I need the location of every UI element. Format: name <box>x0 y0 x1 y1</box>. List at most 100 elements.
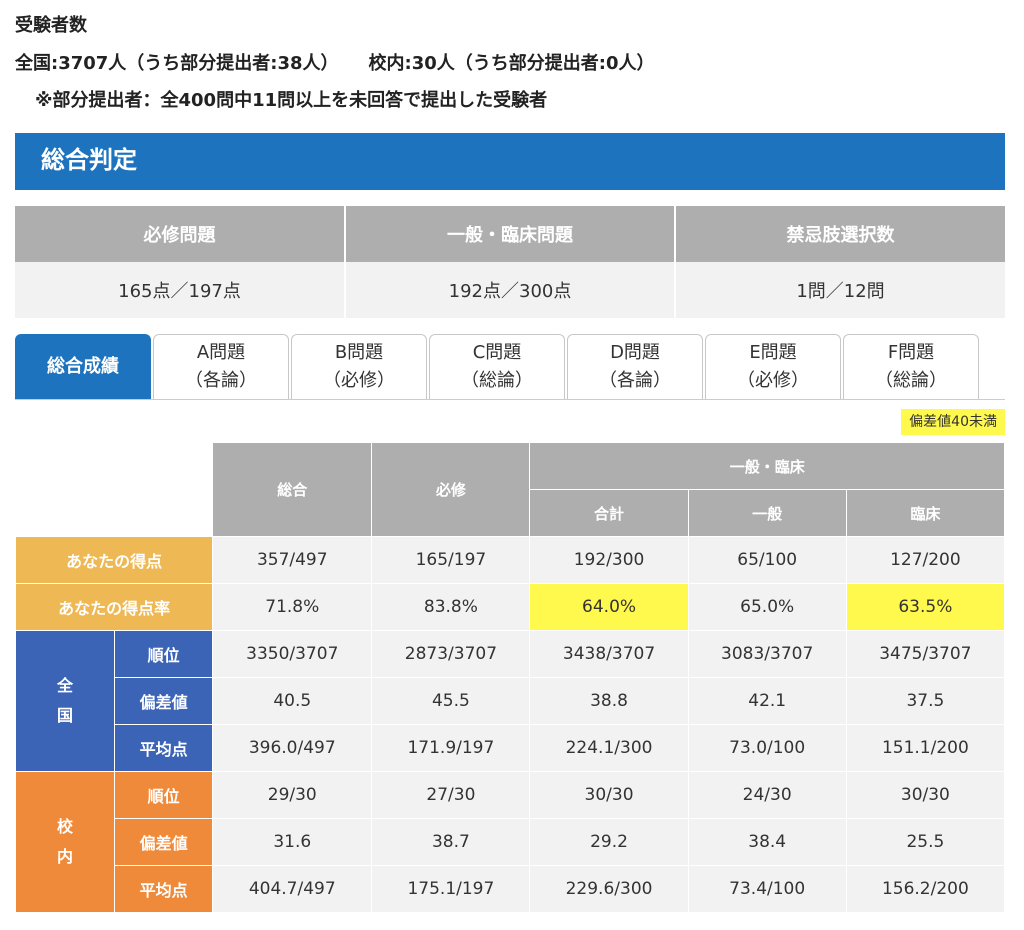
group-label-national: 全国 <box>14 630 116 772</box>
row-label-school-deviation: 偏差値 <box>114 818 214 866</box>
col-header-general-clinical: 一般・臨床 <box>529 442 1005 490</box>
score-clinical: 127/200 <box>845 536 1006 584</box>
tab-label: E問題 <box>749 342 797 363</box>
school-rank-required: 27/30 <box>371 771 531 819</box>
tab-label: C問題 <box>472 342 522 363</box>
national-rank-sum: 3438/3707 <box>529 630 689 678</box>
tab-c[interactable]: C問題 （総論） <box>429 334 565 399</box>
examinees-school: 校内:30人（うち部分提出者:0人） <box>368 53 655 74</box>
school-deviation-general: 38.4 <box>687 818 847 866</box>
school-deviation-clinical: 25.5 <box>845 818 1006 866</box>
general-clinical-value: 192点／300点 <box>345 262 676 318</box>
national-average-total: 396.0/497 <box>212 724 373 772</box>
national-average-general: 73.0/100 <box>687 724 847 772</box>
tab-label: F問題 <box>887 342 935 363</box>
group-label-school: 校内 <box>14 771 116 913</box>
col-header-sum: 合計 <box>529 489 689 537</box>
national-deviation-clinical: 37.5 <box>845 677 1006 725</box>
tab-sublabel: （各論） <box>185 370 257 391</box>
score-general: 65/100 <box>687 536 847 584</box>
row-label-rate: あなたの得点率 <box>14 583 214 631</box>
school-rank-general: 24/30 <box>687 771 847 819</box>
examinees-counts: 全国:3707人（うち部分提出者:38人） 校内:30人（うち部分提出者:0人） <box>15 49 1015 75</box>
school-deviation-required: 38.7 <box>371 818 531 866</box>
school-deviation-total: 31.6 <box>212 818 373 866</box>
row-label-national-rank: 順位 <box>114 630 214 678</box>
table-row: 平均点 404.7/497 175.1/197 229.6/300 73.4/1… <box>16 865 1006 913</box>
overall-summary-table: 必修問題 一般・臨床問題 禁忌肢選択数 165点／197点 192点／300点 … <box>15 206 1005 318</box>
score-sum: 192/300 <box>529 536 689 584</box>
section-tabs: 総合成績 A問題 （各論） B問題 （必修） C問題 （総論） D問題 （各論）… <box>15 334 1005 400</box>
tab-a[interactable]: A問題 （各論） <box>153 334 289 399</box>
tab-overall[interactable]: 総合成績 <box>15 334 151 399</box>
row-label-score: あなたの得点 <box>14 536 214 584</box>
row-label-school-average: 平均点 <box>114 865 214 913</box>
tab-label: B問題 <box>334 342 384 363</box>
national-average-clinical: 151.1/200 <box>845 724 1006 772</box>
table-row: 偏差値 31.6 38.7 29.2 38.4 25.5 <box>16 818 1006 866</box>
contraindication-value: 1問／12問 <box>675 262 1005 318</box>
tab-sublabel: （必修） <box>323 370 395 391</box>
contraindication-header: 禁忌肢選択数 <box>675 206 1005 262</box>
school-average-sum: 229.6/300 <box>529 865 689 913</box>
required-header: 必修問題 <box>15 206 346 262</box>
national-rank-clinical: 3475/3707 <box>845 630 1006 678</box>
table-row: 校内 順位 29/30 27/30 30/30 24/30 30/30 <box>14 771 1006 913</box>
rate-required: 83.8% <box>371 583 531 631</box>
tab-sublabel: （必修） <box>737 370 809 391</box>
national-rank-total: 3350/3707 <box>212 630 373 678</box>
rate-clinical: 63.5% <box>845 583 1006 631</box>
tab-b[interactable]: B問題 （必修） <box>291 334 427 399</box>
row-label-national-deviation: 偏差値 <box>114 677 214 725</box>
score-required: 165/197 <box>371 536 531 584</box>
tab-sublabel: （各論） <box>599 370 671 391</box>
national-deviation-required: 45.5 <box>371 677 531 725</box>
rate-total: 71.8% <box>212 583 373 631</box>
national-deviation-sum: 38.8 <box>529 677 689 725</box>
school-rank-sum: 30/30 <box>529 771 689 819</box>
row-label-national-average: 平均点 <box>114 724 214 772</box>
school-average-general: 73.4/100 <box>687 865 847 913</box>
table-row: 平均点 396.0/497 171.9/197 224.1/300 73.0/1… <box>16 724 1006 772</box>
national-rank-general: 3083/3707 <box>687 630 847 678</box>
tab-sublabel: （総論） <box>461 370 533 391</box>
national-deviation-total: 40.5 <box>212 677 373 725</box>
deviation-legend-badge: 偏差値40未満 <box>901 409 1005 435</box>
examinees-national: 全国:3707人（うち部分提出者:38人） <box>15 53 339 74</box>
tab-label: 総合成績 <box>47 356 119 377</box>
general-clinical-header: 一般・臨床問題 <box>345 206 676 262</box>
school-average-required: 175.1/197 <box>371 865 531 913</box>
corner-cell <box>14 442 214 537</box>
tab-f[interactable]: F問題 （総論） <box>843 334 979 399</box>
examinees-note: ※部分提出者：全400問中11問以上を未回答で提出した受験者 <box>35 90 548 111</box>
tab-label: A問題 <box>196 342 246 363</box>
tab-label: D問題 <box>610 342 660 363</box>
overall-judgment-header: 総合判定 <box>15 133 1005 190</box>
row-label-school-rank: 順位 <box>114 771 214 819</box>
tab-d[interactable]: D問題 （各論） <box>567 334 703 399</box>
results-table: 総合 必修 一般・臨床 合計 一般 臨床 あなたの得点 357/497 165/… <box>14 442 1006 913</box>
rate-sum: 64.0% <box>529 583 689 631</box>
school-rank-clinical: 30/30 <box>845 771 1006 819</box>
rate-general: 65.0% <box>687 583 847 631</box>
school-average-clinical: 156.2/200 <box>845 865 1006 913</box>
col-header-required: 必修 <box>371 442 531 537</box>
table-row: あなたの得点率 71.8% 83.8% 64.0% 65.0% 63.5% <box>14 583 1006 631</box>
tab-e[interactable]: E問題 （必修） <box>705 334 841 399</box>
examinees-title: 受験者数 <box>15 15 87 36</box>
national-average-required: 171.9/197 <box>371 724 531 772</box>
school-deviation-sum: 29.2 <box>529 818 689 866</box>
national-deviation-general: 42.1 <box>687 677 847 725</box>
table-row: 全国 順位 3350/3707 2873/3707 3438/3707 3083… <box>14 630 1006 772</box>
score-total: 357/497 <box>212 536 373 584</box>
school-rank-total: 29/30 <box>212 771 373 819</box>
col-header-general: 一般 <box>687 489 847 537</box>
col-header-total: 総合 <box>212 442 373 537</box>
table-row: あなたの得点 357/497 165/197 192/300 65/100 12… <box>14 536 1006 584</box>
required-value: 165点／197点 <box>15 262 346 318</box>
national-rank-required: 2873/3707 <box>371 630 531 678</box>
col-header-clinical: 臨床 <box>845 489 1006 537</box>
school-average-total: 404.7/497 <box>212 865 373 913</box>
national-average-sum: 224.1/300 <box>529 724 689 772</box>
tab-sublabel: （総論） <box>875 370 947 391</box>
